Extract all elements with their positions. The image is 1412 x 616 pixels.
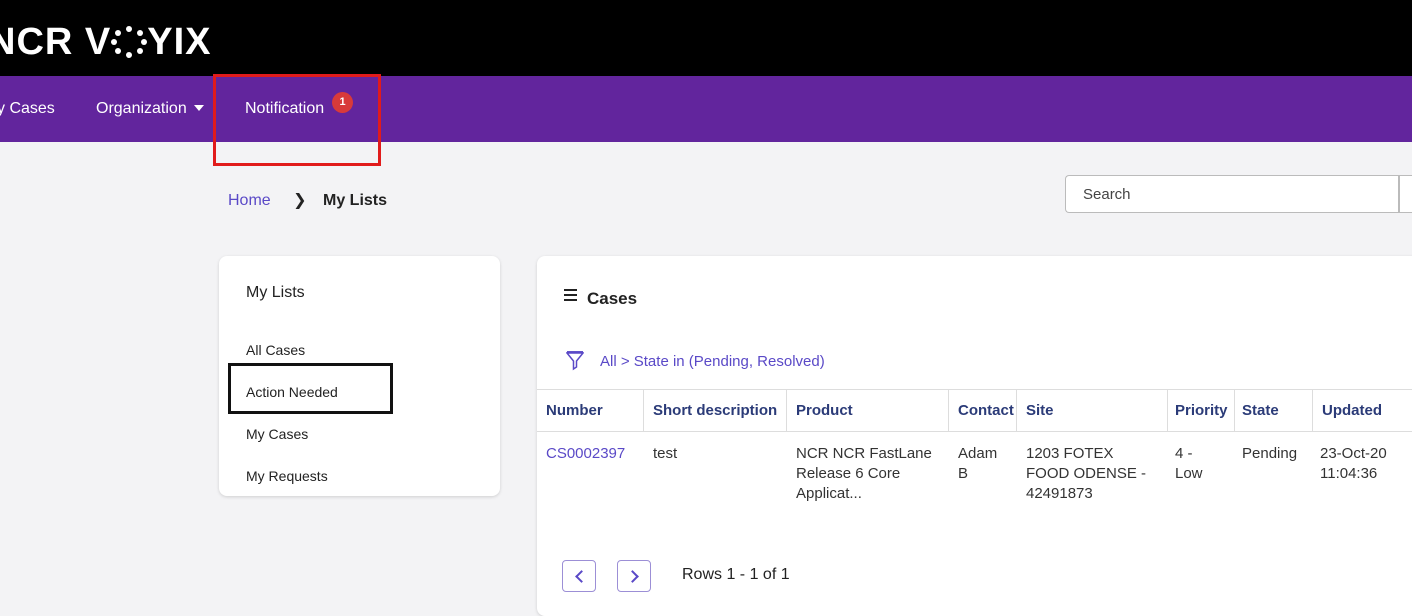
breadcrumb-current: My Lists [323,192,388,209]
column-divider [786,390,787,431]
filter-text[interactable]: All > State in (Pending, Resolved) [600,353,825,370]
rows-count: Rows 1 - 1 of 1 [682,566,790,583]
column-divider [1234,390,1235,431]
cases-title-label: Cases [587,289,638,308]
cell-updated: 23-Oct-20 11:04:36 [1320,445,1387,482]
column-divider [948,390,949,431]
table-header-bottom-border [537,431,1412,432]
prev-page-button[interactable] [562,560,596,592]
filter-funnel-icon[interactable] [566,351,584,371]
search-input[interactable] [1065,175,1412,213]
my-lists-panel: My Lists All Cases Action Needed My Case… [219,256,500,496]
column-header-contact[interactable]: Contact [958,402,1014,419]
logo-dots-icon [111,26,148,58]
breadcrumb-home-link[interactable]: Home [228,192,271,209]
chevron-right-icon [626,570,639,583]
next-page-button[interactable] [617,560,651,592]
column-divider [1312,390,1313,431]
list-item-action-needed[interactable]: Action Needed [246,384,338,400]
filter-breadcrumb[interactable]: All > State in (Pending, Resolved) [566,351,825,371]
caret-down-icon [193,105,204,111]
search-button-edge[interactable] [1398,175,1400,213]
main-nav: y Cases Organization Notification 1 [0,76,1412,142]
chevron-right-icon: ❯ [293,192,307,209]
column-header-short-description[interactable]: Short description [653,402,777,419]
cell-number-link[interactable]: CS0002397 [546,444,625,464]
column-divider [1016,390,1017,431]
list-item-all-cases[interactable]: All Cases [246,342,305,358]
cases-title: Cases [564,289,637,309]
top-bar: NCR V YIX [0,0,1412,76]
cell-state: Pending [1242,445,1298,462]
column-divider [1167,390,1168,431]
nav-organization-label: Organization [96,100,187,117]
column-header-site[interactable]: Site [1026,402,1054,419]
chevron-left-icon [575,570,588,583]
cell-contact: Adam B [958,445,998,482]
column-header-state[interactable]: State [1242,402,1279,419]
nav-organization[interactable]: Organization [96,76,204,142]
cell-short-description: test [653,445,678,462]
cell-priority: 4 - Low [1175,445,1203,482]
column-header-number[interactable]: Number [546,402,603,419]
column-header-updated[interactable]: Updated [1322,402,1382,419]
cell-site: 1203 FOTEX FOOD ODENSE - 42491873 [1026,445,1147,502]
column-divider [643,390,644,431]
column-header-priority[interactable]: Priority [1175,402,1228,419]
column-header-product[interactable]: Product [796,402,853,419]
notification-badge: 1 [332,92,353,113]
cases-panel: Cases All > State in (Pending, Resolved)… [537,256,1412,616]
list-item-my-cases[interactable]: My Cases [246,426,308,442]
cell-product: NCR NCR FastLane Release 6 Core Applicat… [796,445,932,502]
breadcrumb: Home ❯ My Lists [228,190,387,210]
my-lists-title: My Lists [246,284,305,301]
table-header-top-border [537,389,1412,390]
ncr-voyix-logo[interactable]: NCR V YIX [0,20,211,64]
hamburger-menu-icon[interactable] [564,289,577,301]
nav-notification-label: Notification [245,100,325,117]
nav-my-cases[interactable]: y Cases [0,76,55,142]
nav-notification[interactable]: Notification 1 [245,76,353,142]
list-item-my-requests[interactable]: My Requests [246,468,328,484]
